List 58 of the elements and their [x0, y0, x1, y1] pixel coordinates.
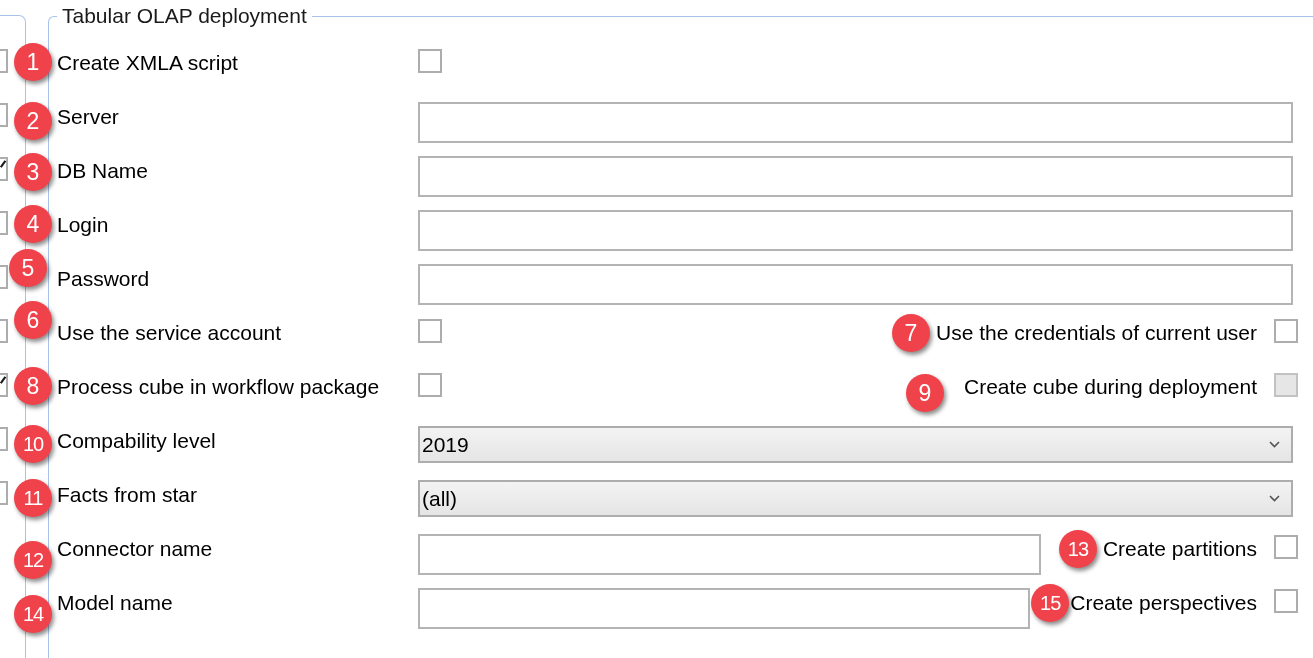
checkbox[interactable] [0, 103, 8, 127]
field-label: Compability level [57, 429, 216, 452]
checkbox[interactable] [1274, 589, 1298, 613]
text-field[interactable] [418, 210, 1293, 251]
checkbox[interactable] [418, 373, 442, 397]
checkbox[interactable] [0, 265, 8, 289]
text-field[interactable] [418, 156, 1293, 197]
chevron-down-icon [1269, 441, 1280, 448]
text-field[interactable] [418, 264, 1293, 305]
field-label: Connector name [57, 537, 213, 560]
checkbox[interactable] [1274, 319, 1298, 343]
checkbox[interactable] [0, 211, 8, 235]
checkbox[interactable] [0, 49, 8, 73]
field-label: Login [57, 213, 109, 236]
field-label: Create XMLA script [57, 51, 238, 74]
group-title: Tabular OLAP deployment [61, 3, 308, 29]
number-badge: 2 [14, 102, 52, 140]
number-badge: 14 [14, 595, 52, 633]
number-badge: 4 [14, 205, 52, 243]
text-field[interactable] [418, 534, 1041, 575]
number-badge: 1 [14, 43, 52, 81]
number-badge: 10 [14, 425, 52, 463]
checkbox[interactable] [0, 319, 8, 343]
checkbox[interactable] [0, 373, 8, 397]
number-badge: 12 [14, 541, 52, 579]
field-label: Facts from star [57, 483, 198, 506]
checkbox[interactable] [418, 319, 442, 343]
chevron-down-icon [1269, 495, 1280, 502]
field-label: Create partitions [1102, 537, 1257, 560]
field-label: Create cube during deployment [964, 375, 1257, 398]
checkbox[interactable] [418, 49, 442, 73]
number-badge: 13 [1058, 530, 1097, 568]
number-badge: 15 [1031, 584, 1070, 622]
checkbox[interactable] [0, 427, 8, 451]
field-label: Use the credentials of current user [936, 321, 1257, 344]
number-badge: 3 [14, 153, 52, 191]
number-badge: 8 [14, 367, 52, 405]
field-label: Create perspectives [1070, 591, 1257, 614]
field-label: Password [57, 267, 150, 290]
number-badge: 11 [14, 479, 52, 517]
checkmark-icon [0, 160, 6, 168]
checkbox[interactable] [0, 481, 8, 505]
dropdown[interactable]: (all) [418, 480, 1293, 517]
text-field[interactable] [418, 102, 1293, 143]
field-label: Model name [57, 591, 173, 614]
field-label: Process cube in workflow package [57, 375, 380, 398]
number-badge: 5 [9, 249, 47, 287]
number-badge: 9 [906, 374, 944, 412]
checkmark-icon [0, 376, 6, 384]
field-label: DB Name [57, 159, 149, 182]
dropdown[interactable]: 2019 [418, 426, 1293, 463]
checkbox[interactable] [0, 157, 8, 181]
field-label: Server [57, 105, 119, 128]
text-field[interactable] [418, 588, 1030, 629]
number-badge: 6 [14, 301, 52, 339]
checkbox[interactable] [1274, 535, 1298, 559]
number-badge: 7 [892, 314, 930, 352]
field-label: Use the service account [57, 321, 282, 344]
